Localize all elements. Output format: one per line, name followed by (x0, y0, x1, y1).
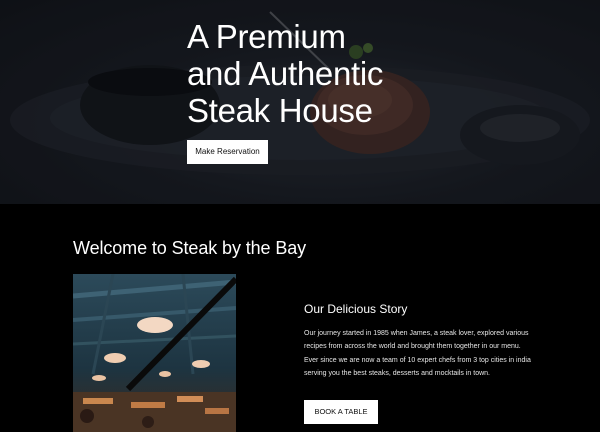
hero-title-line1: A Premium (187, 18, 346, 55)
welcome-title: Welcome to Steak by the Bay (73, 238, 307, 258)
restaurant-interior-photo (73, 274, 236, 432)
hero-title-line2: and Authentic (187, 55, 384, 92)
story-title: Our Delicious Story (304, 302, 408, 316)
hero-title: A Premium and Authentic Steak House (187, 18, 447, 129)
book-a-table-button[interactable]: BOOK A TABLE (304, 400, 378, 424)
hero-section: A Premium and Authentic Steak House Make… (0, 0, 600, 204)
welcome-section: Welcome to Steak by the Bay Our Deliciou… (0, 204, 600, 432)
hero-title-line3: Steak House (187, 92, 373, 129)
story-body: Our journey started in 1985 when James, … (304, 330, 531, 377)
make-reservation-button[interactable]: Make Reservation (187, 140, 268, 164)
